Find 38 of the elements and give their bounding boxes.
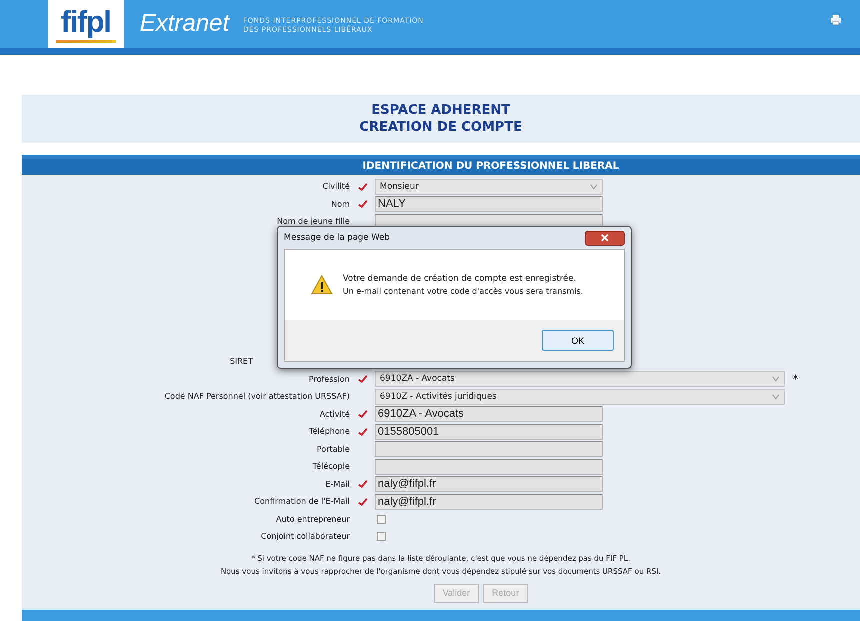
printer-icon[interactable] [830,14,842,26]
warning-icon [311,275,333,295]
checkbox[interactable] [377,532,386,542]
page-title: CREATION DE COMPTE [360,119,522,136]
field-label: Civilité [322,182,350,192]
text-field[interactable]: naly@fifpl.fr [375,476,603,492]
field-label: Conjoint collaborateur [260,532,350,542]
dialog-message: Votre demande de création de compte est enregistrée. [343,274,578,284]
footnote-mark: * [793,372,798,386]
field-label: Code NAF Personnel (voir attestation URSSAF) [164,392,350,402]
select-field[interactable]: Monsieur [375,178,603,195]
field-label: Portable [316,444,350,454]
field-label: SIRET [229,357,253,366]
product-name: Extranet [140,10,230,38]
text-field[interactable]: naly@fifpl.fr [375,494,603,510]
dialog-message: Un e-mail contenant votre code d'accès vous sera transmis. [343,287,584,296]
page-title: ESPACE ADHERENT [372,102,510,119]
field-label: Télécopie [312,462,350,472]
checkbox[interactable] [377,514,386,524]
field-label: Nom [330,200,350,209]
field-label: Téléphone [308,427,350,436]
ok-button[interactable]: OK [542,330,614,351]
select-field[interactable]: 6910Z - Activités juridiques [375,388,785,405]
field-label: Profession [308,374,350,384]
close-icon [601,234,609,242]
dialog-title: Message de la page Web [284,233,390,243]
text-field[interactable]: 6910ZA - Avocats [375,406,603,422]
field-label: Auto entrepreneur [275,514,350,524]
select-field[interactable]: 6910ZA - Avocats [375,371,785,388]
field-label: Confirmation de l'E-Mail [254,497,350,506]
field-label: E-Mail [324,480,350,489]
text-field[interactable]: 0155805001 [375,424,603,440]
text-field[interactable]: NALY [375,196,603,212]
section-header: IDENTIFICATION DU PROFESSIONNEL LIBERAL [22,155,860,175]
field-label: Activité [318,410,350,419]
logo: fifpl [48,0,124,48]
close-button[interactable] [585,230,625,246]
field-label: Nom de jeune fille [276,217,350,226]
